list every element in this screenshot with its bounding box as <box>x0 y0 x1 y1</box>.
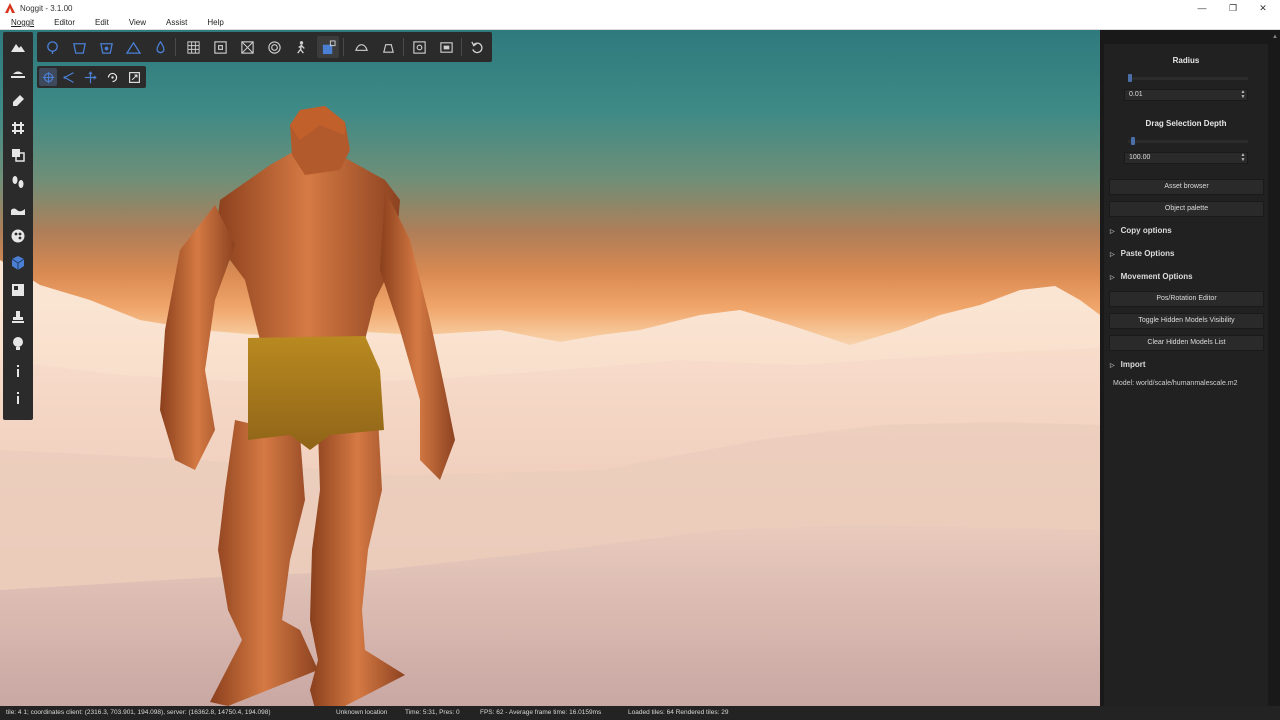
light-editor-icon[interactable] <box>7 333 29 355</box>
wmo-icon[interactable] <box>68 36 90 58</box>
status-location: Unknown location <box>336 709 388 716</box>
walkable-icon[interactable] <box>290 36 312 58</box>
panel-content: Radius 0.01 ▲ ▼ Drag Selection Depth 100.… <box>1104 44 1268 706</box>
panel-scrollbar[interactable]: ▲ <box>1270 30 1280 706</box>
noggit-app: Noggit - 3.1.00 — ❐ ✕ Noggit Editor Edit… <box>0 0 1280 720</box>
model-path-text: Model: world/scale/humanmalescale.m2 <box>1113 380 1238 387</box>
menu-view[interactable]: View <box>118 18 155 27</box>
hole-cutter-icon[interactable] <box>7 117 29 139</box>
chevron-right-icon: ▷ <box>1110 229 1115 235</box>
drag-depth-spin-icon[interactable]: ▲ ▼ <box>1239 153 1247 165</box>
doodads-icon[interactable] <box>41 36 63 58</box>
scroll-up-icon[interactable]: ▲ <box>1272 34 1278 40</box>
menu-assist[interactable]: Assist <box>155 18 196 27</box>
area-designator-icon[interactable] <box>7 144 29 166</box>
minimize-button[interactable]: — <box>1185 0 1219 16</box>
water-editor-icon[interactable] <box>7 198 29 220</box>
paste-options-section[interactable]: ▷ Paste Options <box>1110 247 1260 261</box>
minimap-editor-icon[interactable] <box>7 279 29 301</box>
menu-help[interactable]: Help <box>196 18 232 27</box>
import-section[interactable]: ▷ Import <box>1110 358 1260 372</box>
import-label: Import <box>1120 360 1146 369</box>
chunk-info-icon[interactable] <box>7 387 29 409</box>
chevron-right-icon: ▷ <box>1110 363 1115 369</box>
sky-icon[interactable] <box>377 36 399 58</box>
fog-icon[interactable] <box>350 36 372 58</box>
toggle-hidden-models-button[interactable]: Toggle Hidden Models Visibility <box>1109 313 1264 329</box>
radius-label: Radius <box>1172 56 1200 65</box>
grid-icon[interactable] <box>182 36 204 58</box>
drag-depth-slider[interactable] <box>1128 137 1248 145</box>
raise-lower-icon[interactable] <box>7 36 29 58</box>
close-button[interactable]: ✕ <box>1246 0 1280 16</box>
vertex-painter-icon[interactable] <box>7 225 29 247</box>
menu-bar: Noggit Editor Edit View Assist Help <box>0 16 1280 30</box>
radius-slider[interactable] <box>1128 74 1248 82</box>
drag-depth-input[interactable]: 100.00 ▲ ▼ <box>1124 152 1248 164</box>
scale-icon[interactable] <box>125 68 143 86</box>
title-bar: Noggit - 3.1.00 — ❐ ✕ <box>0 0 1280 16</box>
menu-edit[interactable]: Edit <box>84 18 118 27</box>
radius-slider-handle[interactable] <box>1128 74 1132 82</box>
paste-options-label: Paste Options <box>1120 249 1175 258</box>
wmo-doodads-icon[interactable] <box>95 36 117 58</box>
editor-mode-toolbar <box>3 32 33 420</box>
object-editor-panel: Radius 0.01 ▲ ▼ Drag Selection Depth 100.… <box>1100 30 1280 706</box>
radius-input[interactable]: 0.01 ▲ ▼ <box>1124 89 1248 101</box>
info-icon[interactable] <box>7 360 29 382</box>
object-palette-button[interactable]: Object palette <box>1109 201 1264 217</box>
texture-paint-icon[interactable] <box>7 90 29 112</box>
menu-noggit[interactable]: Noggit <box>0 18 43 27</box>
copy-options-section[interactable]: ▷ Copy options <box>1110 224 1260 238</box>
status-fps: FPS: 62 - Average frame time: 16.0159ms <box>480 709 602 716</box>
hidden-models-icon[interactable] <box>317 36 339 58</box>
movement-options-section[interactable]: ▷ Movement Options <box>1110 270 1260 284</box>
terrain-scene <box>0 106 1100 706</box>
map-viewport[interactable] <box>0 30 1100 706</box>
chunk-lines-icon[interactable] <box>209 36 231 58</box>
terrain-preview-icon[interactable] <box>435 36 457 58</box>
adt-grid-icon[interactable] <box>236 36 258 58</box>
status-tiles: Loaded tiles: 64 Rendered tiles: 29 <box>628 709 729 716</box>
status-time: Time: 5:31, Pres: 0 <box>405 709 460 716</box>
status-bar: tile: 4 1; coordinates client: (2316.3, … <box>0 706 1280 720</box>
translate-icon[interactable] <box>81 68 99 86</box>
status-coordinates: tile: 4 1; coordinates client: (2316.3, … <box>6 709 271 716</box>
pivot-icon[interactable] <box>60 68 78 86</box>
terrain-icon[interactable] <box>122 36 144 58</box>
view-toggle-toolbar <box>37 32 492 62</box>
toolbar-separator <box>175 38 176 56</box>
toolbar-separator <box>403 38 404 56</box>
chevron-right-icon: ▷ <box>1110 252 1115 258</box>
clear-hidden-models-button[interactable]: Clear Hidden Models List <box>1109 335 1264 351</box>
rotate-icon[interactable] <box>103 68 121 86</box>
drag-depth-slider-handle[interactable] <box>1131 137 1136 145</box>
movement-options-label: Movement Options <box>1120 272 1193 281</box>
chevron-right-icon: ▷ <box>1110 275 1115 281</box>
copy-options-label: Copy options <box>1120 226 1172 235</box>
select-icon[interactable] <box>39 68 57 86</box>
noggit-logo-icon <box>5 3 15 13</box>
toolbar-separator <box>461 38 462 56</box>
drag-depth-label: Drag Selection Depth <box>1145 119 1227 128</box>
window-title: Noggit - 3.1.00 <box>20 3 73 13</box>
transform-toolbar <box>37 66 146 88</box>
flatten-blur-icon[interactable] <box>7 63 29 85</box>
pos-rotation-editor-button[interactable]: Pos/Rotation Editor <box>1109 291 1264 307</box>
radius-value: 0.01 <box>1129 91 1143 98</box>
object-editor-icon[interactable] <box>7 252 29 274</box>
menu-editor[interactable]: Editor <box>43 18 84 27</box>
contour-icon[interactable] <box>263 36 285 58</box>
restore-button[interactable]: ❐ <box>1216 0 1250 16</box>
drag-depth-value: 100.00 <box>1129 154 1151 161</box>
radius-spin-icon[interactable]: ▲ ▼ <box>1239 90 1247 102</box>
asset-browser-button[interactable]: Asset browser <box>1109 179 1264 195</box>
camera-icon[interactable] <box>408 36 430 58</box>
impassible-flag-icon[interactable] <box>7 171 29 193</box>
water-icon[interactable] <box>149 36 171 58</box>
undo-icon[interactable] <box>466 36 488 58</box>
stamp-icon[interactable] <box>7 306 29 328</box>
toolbar-separator <box>343 38 344 56</box>
